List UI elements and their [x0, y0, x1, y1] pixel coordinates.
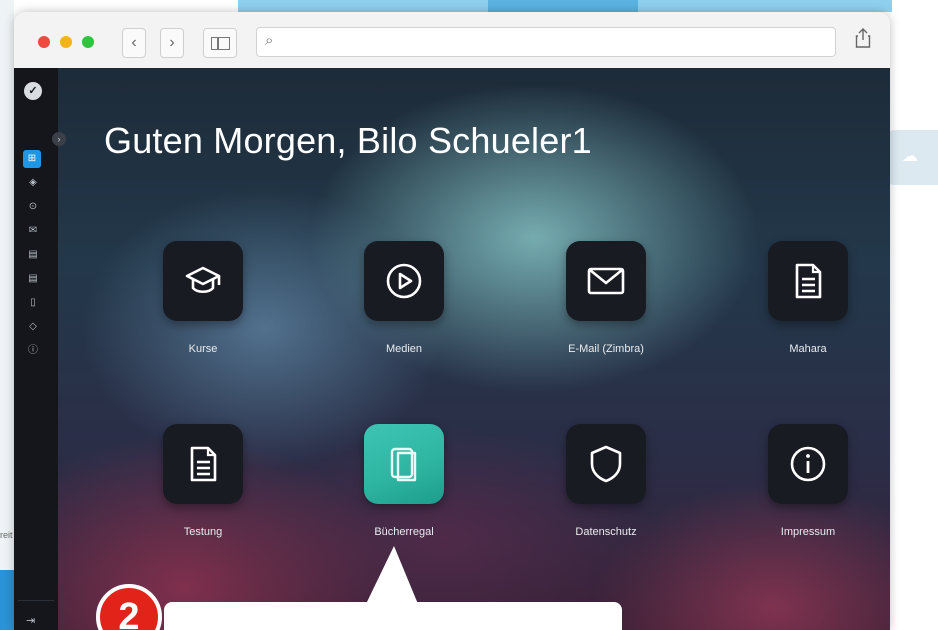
play-circle-icon [386, 263, 422, 299]
rail-imprint-icon[interactable]: ⓘ [26, 344, 40, 358]
chevron-left-icon: ‹ [131, 34, 137, 51]
browser-window: ‹ › ⌕ ✓ ⊞ ◈ ⊙ ✉ ▤ ▤ ▯ ◇ ⓘ ⇥ › Guten Morg… [14, 12, 890, 630]
tile-buecherregal[interactable]: Bücherregal [339, 424, 469, 538]
rail-privacy-icon[interactable]: ◇ [26, 320, 40, 334]
tile-datenschutz[interactable]: Datenschutz [541, 424, 671, 538]
back-button[interactable]: ‹ [122, 28, 146, 58]
callout-pointer [366, 546, 394, 604]
rail-dashboard-icon[interactable]: ⊞ [23, 150, 41, 168]
tile-label: Testung [183, 526, 223, 538]
browser-toolbar: ‹ › ⌕ [14, 12, 890, 69]
tile-mahara[interactable]: Mahara [743, 241, 873, 355]
tile-icon-box [364, 424, 444, 504]
app-logo[interactable]: ✓ [24, 82, 42, 100]
minimize-window-button[interactable] [60, 36, 72, 48]
rail-bookshelf-icon[interactable]: ▯ [26, 296, 40, 310]
rail-collapse-button[interactable]: › [52, 132, 66, 146]
cloud-icon: ☁ [902, 148, 918, 165]
rail-mahara-icon[interactable]: ▤ [26, 248, 40, 262]
zoom-window-button[interactable] [82, 36, 94, 48]
tile-impressum[interactable]: Impressum [743, 424, 873, 538]
tile-testung[interactable]: Testung [138, 424, 268, 538]
tile-label: Kurse [188, 343, 218, 355]
background-banner [238, 0, 892, 12]
rail-courses-icon[interactable]: ◈ [26, 176, 40, 190]
tile-label: Datenschutz [575, 526, 637, 538]
tile-icon-box [364, 241, 444, 321]
sidebar-toggle-button[interactable] [203, 28, 237, 58]
document-icon [795, 263, 822, 299]
tile-email[interactable]: E-Mail (Zimbra) [541, 241, 671, 355]
left-navigation-rail: ✓ ⊞ ◈ ⊙ ✉ ▤ ▤ ▯ ◇ ⓘ ⇥ [14, 68, 58, 630]
greeting-heading: Guten Morgen, Bilo Schueler1 [104, 120, 592, 161]
tile-icon-box [566, 241, 646, 321]
close-window-button[interactable] [38, 36, 50, 48]
tile-medien[interactable]: Medien [339, 241, 469, 355]
forward-button[interactable]: › [160, 28, 184, 58]
rail-mail-icon[interactable]: ✉ [26, 224, 40, 238]
tile-icon-box [566, 424, 646, 504]
background-left-text: reit [0, 530, 13, 540]
tile-icon-box [163, 424, 243, 504]
chevron-right-icon: › [169, 34, 175, 51]
tile-kurse[interactable]: Kurse [138, 241, 268, 355]
info-circle-icon [790, 446, 826, 482]
tile-label: Impressum [780, 526, 836, 538]
shield-icon [590, 445, 622, 483]
callout-pointer [394, 546, 418, 604]
tile-icon-box [163, 241, 243, 321]
tile-label: Medien [385, 343, 423, 355]
share-button[interactable] [852, 28, 874, 54]
tutorial-callout [164, 602, 622, 630]
bookshelf-icon [390, 447, 417, 482]
rail-testing-icon[interactable]: ▤ [26, 272, 40, 286]
graduation-cap-icon [185, 266, 221, 294]
share-icon [855, 28, 871, 48]
envelope-icon [587, 267, 625, 295]
search-icon: ⌕ [265, 32, 274, 49]
step-number-badge: 2 [96, 584, 162, 630]
tile-icon-box [768, 241, 848, 321]
app-viewport: ✓ ⊞ ◈ ⊙ ✉ ▤ ▤ ▯ ◇ ⓘ ⇥ › Guten Morgen, Bi… [14, 68, 890, 630]
background-blue-panel [0, 570, 14, 630]
document-icon [190, 446, 217, 482]
tile-label: Mahara [789, 343, 827, 355]
rail-divider [18, 600, 54, 601]
background-cloud-card: ☁ [888, 130, 938, 185]
tile-icon-box [768, 424, 848, 504]
logout-icon[interactable]: ⇥ [26, 614, 35, 627]
address-input[interactable] [285, 32, 829, 54]
tile-label: E-Mail (Zimbra) [568, 343, 644, 355]
rail-media-icon[interactable]: ⊙ [26, 200, 40, 214]
address-bar[interactable]: ⌕ [256, 27, 836, 57]
tile-label: Bücherregal [374, 526, 434, 538]
